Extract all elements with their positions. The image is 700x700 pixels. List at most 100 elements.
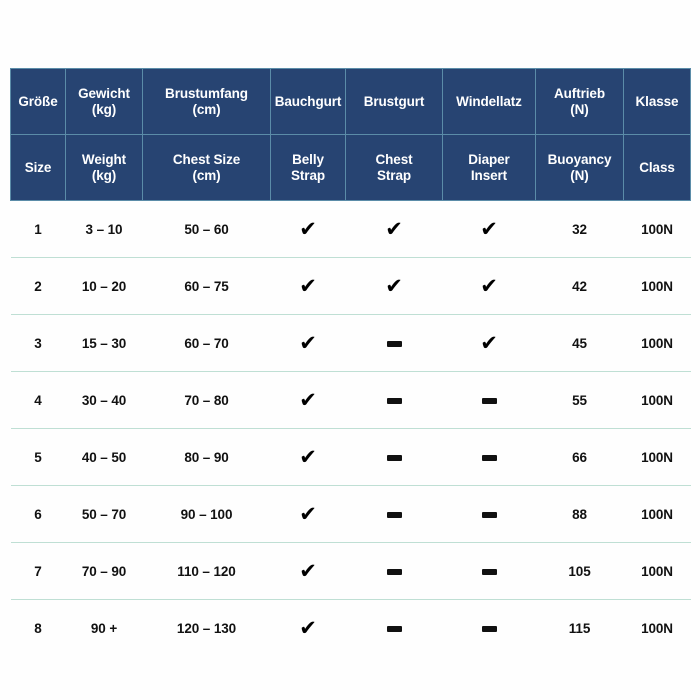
cell-diaper-insert <box>442 599 536 656</box>
check-icon: ✔ <box>299 387 317 412</box>
dash-icon <box>481 511 497 518</box>
dash-icon <box>481 397 497 404</box>
header-cell-klasse: Klasse <box>623 68 691 135</box>
cell-buoyancy: 55 <box>535 371 624 429</box>
header-cell-buoyancy: Buoyancy (N) <box>535 134 624 201</box>
header-line: Chest Size <box>172 151 241 167</box>
cell-belly-strap: ✔ <box>270 599 346 656</box>
cell-chest-size: 60 – 70 <box>142 314 271 372</box>
table-row: 6 50 – 70 90 – 100 ✔ 88 100N <box>10 485 691 543</box>
cell-chest-strap <box>345 485 443 543</box>
check-icon: ✔ <box>299 273 317 298</box>
dash-icon <box>481 568 497 575</box>
header-cell-windellatz: Windellatz <box>442 68 536 135</box>
cell-class: 100N <box>623 428 691 486</box>
cell-size: 3 <box>10 314 66 372</box>
header-cell-groesse: Größe <box>10 68 66 135</box>
cell-belly-strap: ✔ <box>270 428 346 486</box>
header-line: Belly <box>292 151 324 167</box>
cell-weight: 15 – 30 <box>65 314 143 372</box>
cell-buoyancy: 32 <box>535 200 624 258</box>
cell-size: 5 <box>10 428 66 486</box>
cell-buoyancy: 42 <box>535 257 624 315</box>
header-line: Class <box>639 159 675 175</box>
check-icon: ✔ <box>385 216 403 241</box>
header-cell-belly-strap: Belly Strap <box>270 134 346 201</box>
table-row: 13 – 10 50 – 60 ✔ ✔ ✔ 32 100N <box>10 200 691 258</box>
header-cell-brustumfang: Brustumfang (cm) <box>142 68 271 135</box>
cell-diaper-insert <box>442 371 536 429</box>
cell-size: 1 <box>10 200 66 258</box>
cell-class: 100N <box>623 371 691 429</box>
cell-class: 100N <box>623 314 691 372</box>
cell-weight: 40 – 50 <box>65 428 143 486</box>
dash-icon <box>386 397 402 404</box>
header-cell-diaper-insert: Diaper Insert <box>442 134 536 201</box>
cell-chest-size: 70 – 80 <box>142 371 271 429</box>
header-line: Klasse <box>635 93 679 109</box>
page-root: Größe Gewicht (kg) Brustumfang (cm) Bauc… <box>0 0 700 700</box>
header-line: Chest <box>375 151 413 167</box>
header-cell-auftrieb: Auftrieb (N) <box>535 68 624 135</box>
cell-size: 4 <box>10 371 66 429</box>
cell-size: 8 <box>10 599 66 656</box>
header-cell-gewicht: Gewicht (kg) <box>65 68 143 135</box>
cell-chest-size: 50 – 60 <box>142 200 271 258</box>
header-line: Diaper <box>468 151 510 167</box>
dash-icon <box>481 625 497 632</box>
check-icon: ✔ <box>299 330 317 355</box>
header-line: Brustgurt <box>363 93 425 109</box>
cell-chest-size: 60 – 75 <box>142 257 271 315</box>
cell-chest-strap <box>345 314 443 372</box>
cell-buoyancy: 45 <box>535 314 624 372</box>
header-line: Strap <box>290 167 325 183</box>
cell-chest-strap <box>345 428 443 486</box>
table-row: 3 15 – 30 60 – 70 ✔ ✔ 45 100N <box>10 314 691 372</box>
header-line: (cm) <box>192 167 221 183</box>
header-cell-size: Size <box>10 134 66 201</box>
cell-diaper-insert: ✔ <box>442 314 536 372</box>
dash-icon <box>386 511 402 518</box>
cell-size: 2 <box>10 257 66 315</box>
header-line: Insert <box>470 167 508 183</box>
cell-class: 100N <box>623 485 691 543</box>
header-cell-class: Class <box>623 134 691 201</box>
header-cell-chest-strap: Chest Strap <box>345 134 443 201</box>
cell-size: 6 <box>10 485 66 543</box>
cell-weight: 70 – 90 <box>65 542 143 600</box>
cell-diaper-insert: ✔ <box>442 200 536 258</box>
size-chart-container: Größe Gewicht (kg) Brustumfang (cm) Bauc… <box>10 68 691 656</box>
check-icon: ✔ <box>480 330 498 355</box>
header-line: Auftrieb <box>554 85 605 101</box>
cell-chest-size: 120 – 130 <box>142 599 271 656</box>
cell-weight: 30 – 40 <box>65 371 143 429</box>
check-icon: ✔ <box>299 501 317 526</box>
table-body: 13 – 10 50 – 60 ✔ ✔ ✔ 32 100N 2 10 – 20 60 – 75 ✔ ✔… <box>10 200 691 656</box>
header-cell-weight: Weight (kg) <box>65 134 143 201</box>
cell-chest-size: 90 – 100 <box>142 485 271 543</box>
header-line: Größe <box>18 93 58 109</box>
cell-chest-strap: ✔ <box>345 257 443 315</box>
cell-belly-strap: ✔ <box>270 257 346 315</box>
cell-belly-strap: ✔ <box>270 314 346 372</box>
check-icon: ✔ <box>480 273 498 298</box>
header-cell-chest-size: Chest Size (cm) <box>142 134 271 201</box>
cell-weight: 50 – 70 <box>65 485 143 543</box>
header-cell-brustgurt: Brustgurt <box>345 68 443 135</box>
header-line: (kg) <box>91 101 117 117</box>
header-line: Brustumfang <box>165 85 248 101</box>
cell-diaper-insert <box>442 542 536 600</box>
header-line: (N) <box>570 167 589 183</box>
cell-belly-strap: ✔ <box>270 542 346 600</box>
table-row: 8 90 +120 – 130 ✔ 115 100N <box>10 599 691 656</box>
cell-size: 7 <box>10 542 66 600</box>
header-line: Gewicht <box>78 85 130 101</box>
table-row: 5 40 – 50 80 – 90 ✔ 66 100N <box>10 428 691 486</box>
header-line: Bauchgurt <box>274 93 342 109</box>
cell-diaper-insert <box>442 428 536 486</box>
cell-chest-size: 110 – 120 <box>142 542 271 600</box>
cell-belly-strap: ✔ <box>270 371 346 429</box>
header-line: Strap <box>376 167 411 183</box>
header-line: Weight <box>81 151 127 167</box>
header-row-german: Größe Gewicht (kg) Brustumfang (cm) Bauc… <box>10 68 691 135</box>
